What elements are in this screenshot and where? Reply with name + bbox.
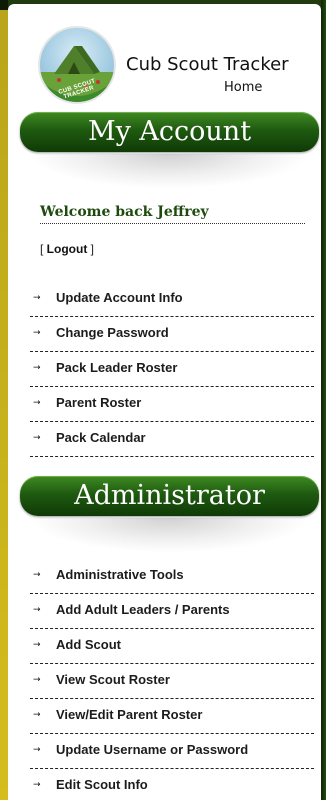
arrow-icon: → bbox=[33, 745, 40, 755]
menu-item-label[interactable]: Pack Leader Roster bbox=[56, 360, 177, 375]
arrow-icon: → bbox=[33, 570, 40, 580]
logout-area: [ Logout ] bbox=[40, 242, 94, 256]
arrow-icon: → bbox=[33, 710, 40, 720]
menu-item-update-account-info[interactable]: → Update Account Info bbox=[30, 282, 314, 317]
menu-item-add-scout[interactable]: → Add Scout bbox=[30, 629, 314, 664]
administrator-title: Administrator bbox=[74, 480, 265, 511]
menu-item-label[interactable]: View/Edit Parent Roster bbox=[56, 707, 202, 722]
window-frame-right bbox=[321, 0, 326, 800]
menu-item-label[interactable]: Add Scout bbox=[56, 637, 121, 652]
arrow-icon: → bbox=[33, 398, 40, 408]
menu-item-label[interactable]: Administrative Tools bbox=[56, 567, 184, 582]
administrator-header: Administrator bbox=[20, 476, 319, 516]
menu-item-change-password[interactable]: → Change Password bbox=[30, 317, 314, 352]
arrow-icon: → bbox=[33, 675, 40, 685]
menu-item-pack-calendar[interactable]: → Pack Calendar bbox=[30, 422, 314, 457]
menu-item-label[interactable]: Pack Calendar bbox=[56, 430, 146, 445]
my-account-title: My Account bbox=[87, 116, 252, 147]
my-account-menu: → Update Account Info → Change Password … bbox=[30, 282, 314, 457]
menu-item-view-scout-roster[interactable]: → View Scout Roster bbox=[30, 664, 314, 699]
menu-item-parent-roster[interactable]: → Parent Roster bbox=[30, 387, 314, 422]
menu-item-label[interactable]: Add Adult Leaders / Parents bbox=[56, 602, 230, 617]
arrow-icon: → bbox=[33, 328, 40, 338]
menu-item-label[interactable]: Parent Roster bbox=[56, 395, 141, 410]
menu-item-pack-leader-roster[interactable]: → Pack Leader Roster bbox=[30, 352, 314, 387]
menu-item-view-edit-parent-roster[interactable]: → View/Edit Parent Roster bbox=[30, 699, 314, 734]
menu-item-add-adult-leaders-parents[interactable]: → Add Adult Leaders / Parents bbox=[30, 594, 314, 629]
arrow-icon: → bbox=[33, 293, 40, 303]
logout-bracket-close: ] bbox=[87, 242, 94, 256]
section-shadow bbox=[32, 154, 307, 188]
welcome-message: Welcome back Jeffrey bbox=[40, 204, 305, 224]
logout-link[interactable]: Logout bbox=[47, 242, 88, 256]
arrow-icon: → bbox=[33, 363, 40, 373]
menu-item-label[interactable]: Edit Scout Info bbox=[56, 777, 148, 792]
arrow-icon: → bbox=[33, 640, 40, 650]
menu-item-edit-scout-info[interactable]: → Edit Scout Info bbox=[30, 769, 314, 800]
administrator-menu: → Administrative Tools → Add Adult Leade… bbox=[30, 559, 314, 800]
menu-item-label[interactable]: Update Username or Password bbox=[56, 742, 248, 757]
window-frame-left bbox=[0, 0, 8, 800]
home-link[interactable]: Home bbox=[224, 80, 262, 95]
arrow-icon: → bbox=[33, 433, 40, 443]
cub-scout-logo[interactable]: CUB SCOUT TRACKER bbox=[38, 26, 116, 104]
menu-item-label[interactable]: Change Password bbox=[56, 325, 169, 340]
arrow-icon: → bbox=[33, 780, 40, 790]
my-account-header: My Account bbox=[20, 112, 319, 152]
logout-bracket-open: [ bbox=[40, 242, 47, 256]
menu-item-label[interactable]: Update Account Info bbox=[56, 290, 183, 305]
section-shadow bbox=[32, 518, 307, 552]
arrow-icon: → bbox=[33, 605, 40, 615]
menu-item-update-username-or-password[interactable]: → Update Username or Password bbox=[30, 734, 314, 769]
sidebar-panel: CUB SCOUT TRACKER Cub Scout Tracker Home… bbox=[8, 4, 321, 800]
menu-item-label[interactable]: View Scout Roster bbox=[56, 672, 170, 687]
site-title: Cub Scout Tracker bbox=[126, 54, 289, 75]
menu-item-administrative-tools[interactable]: → Administrative Tools bbox=[30, 559, 314, 594]
